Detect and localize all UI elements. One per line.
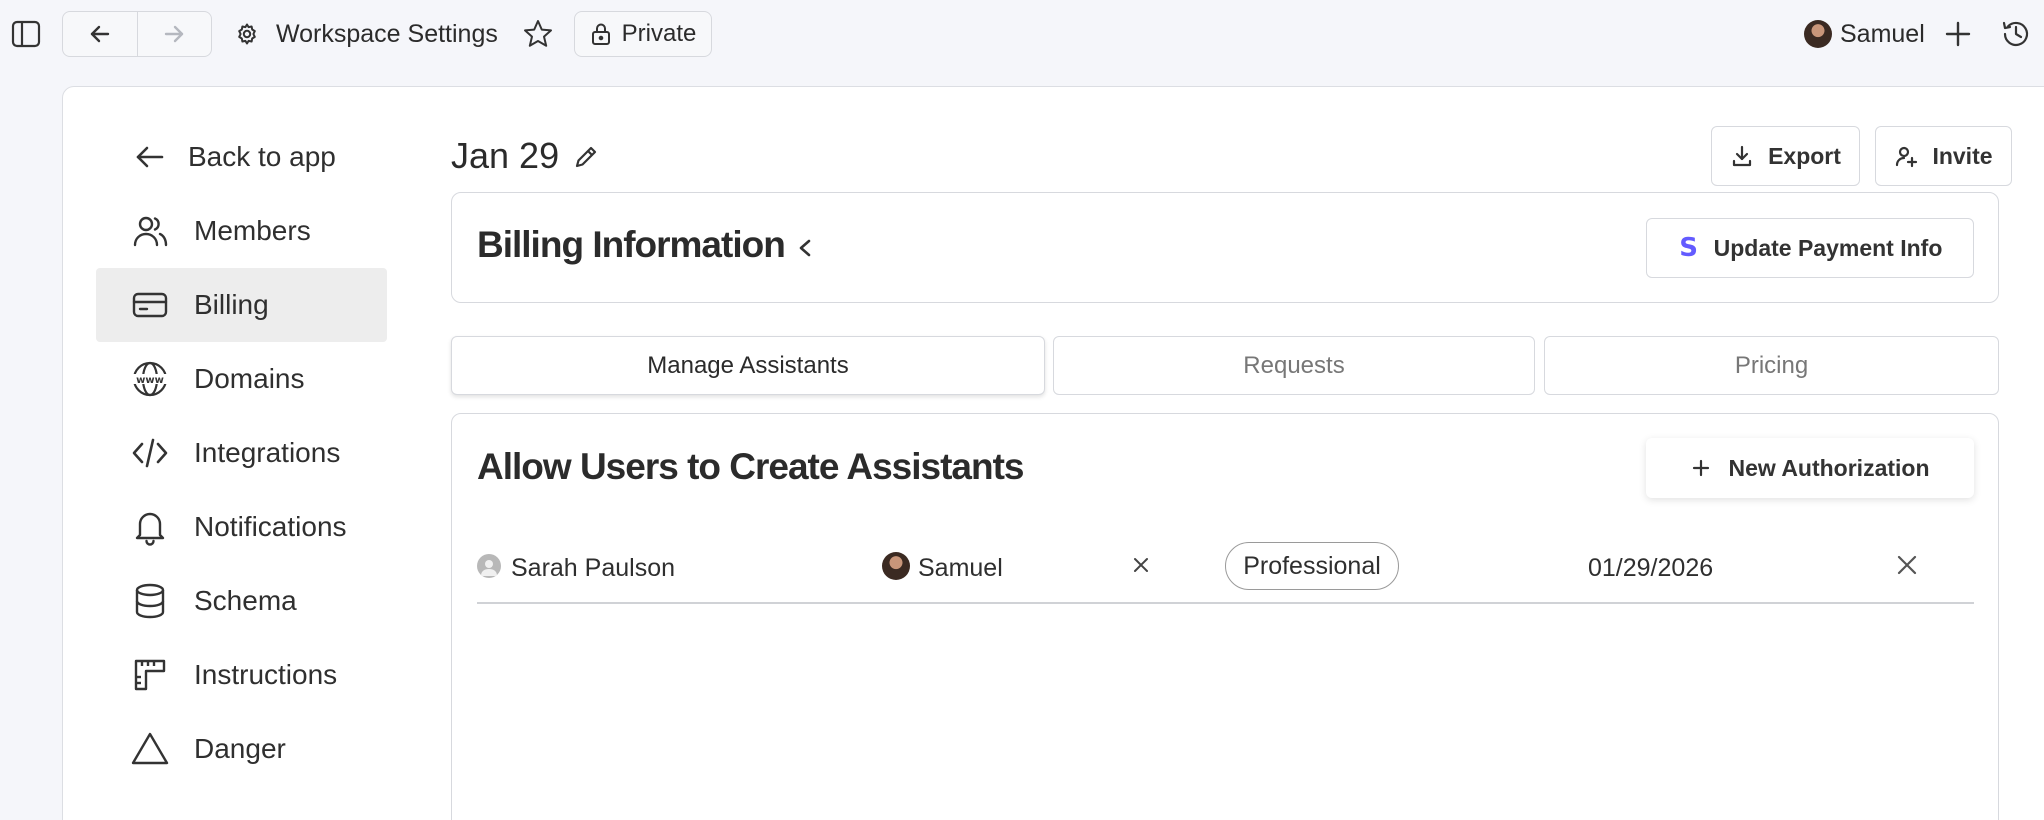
sidebar-item-domains[interactable]: www Domains [96,342,387,416]
svg-text:www: www [136,375,164,386]
arrow-left-icon [128,139,172,175]
tab-manage-assistants[interactable]: Manage Assistants [451,336,1045,395]
invite-button[interactable]: Invite [1875,126,2012,186]
page-title: Jan 29 [451,135,560,176]
sidebar-item-label: Instructions [194,659,338,690]
code-icon [128,434,172,472]
arrow-right-icon [165,25,184,43]
stripe-icon: S [1679,233,1698,263]
sidebar-item-label: Domains [194,363,305,394]
sidebar-item-label: Billing [194,289,269,320]
close-icon[interactable] [1893,551,1921,579]
tab-pricing[interactable]: Pricing [1544,336,1999,395]
history-nav [62,11,212,57]
pencil-icon[interactable] [572,143,600,171]
sidebar-item-label: Back to app [188,141,336,172]
sidebar-item-label: Notifications [194,511,347,542]
chevron-left-icon[interactable] [794,234,816,262]
sidebar-item-integrations[interactable]: Integrations [96,416,387,490]
sidebar-item-label: Danger [194,733,286,764]
sidebar-item-instructions[interactable]: Instructions [96,638,387,712]
authorized-by-name: Samuel [918,554,1003,582]
export-button[interactable]: Export [1711,126,1860,186]
invite-label: Invite [1932,142,1993,169]
row-divider [477,602,1974,604]
authorization-date: 01/29/2026 [1588,554,1714,582]
top-bar: Workspace Settings Private Samuel [0,0,2044,68]
billing-title: Billing Information [477,224,786,265]
bell-icon [128,508,172,546]
default-avatar-icon [477,554,501,578]
authorizer-avatar [882,552,910,580]
export-label: Export [1768,142,1841,169]
lock-icon [591,23,610,45]
tab-label: Pricing [1734,351,1809,379]
new-authorization-button[interactable]: New Authorization [1646,438,1974,498]
assistants-title: Allow Users to Create Assistants [477,446,1024,487]
user-avatar[interactable] [1804,20,1832,48]
gear-icon [235,22,259,46]
sidebar-item-label: Schema [194,585,297,616]
update-payment-button[interactable]: S Update Payment Info [1646,218,1974,278]
remove-authorizer-icon[interactable] [1130,554,1152,576]
update-payment-label: Update Payment Info [1713,234,1943,261]
back-button[interactable] [63,12,137,56]
download-icon [1732,145,1752,167]
users-icon [128,212,172,250]
sidebar-item-danger[interactable]: Danger [96,712,387,786]
user-name[interactable]: Samuel [1840,20,1925,49]
sidebar-item-label: Members [194,215,311,246]
sidebar-item-schema[interactable]: Schema [96,564,387,638]
database-icon [128,582,172,620]
private-toggle-button[interactable]: Private [574,11,712,57]
plus-icon [1693,459,1710,477]
plus-icon[interactable] [1942,18,1974,50]
tab-requests[interactable]: Requests [1053,336,1535,395]
workspace-title: Workspace Settings [276,20,498,48]
credit-card-icon [128,286,172,324]
sidebar-item-label: Integrations [194,437,341,468]
forward-button[interactable] [136,12,212,56]
ruler-icon [128,656,172,694]
tab-label: Manage Assistants [647,351,849,379]
plan-label: Professional [1243,551,1381,580]
sidebar-item-back-to-app[interactable]: Back to app [96,120,387,194]
arrow-left-icon [90,25,109,43]
star-icon[interactable] [522,18,554,50]
user-plus-icon [1896,146,1918,168]
sidebar-item-members[interactable]: Members [96,194,387,268]
plan-badge[interactable]: Professional [1225,542,1399,590]
history-icon[interactable] [2000,18,2032,50]
sidebar-item-billing[interactable]: Billing [96,268,387,342]
assistant-user-name: Sarah Paulson [511,554,676,582]
sidebar-item-notifications[interactable]: Notifications [96,490,387,564]
new-authorization-label: New Authorization [1728,454,1930,481]
www-globe-icon: www [128,360,172,398]
triangle-icon [128,730,172,768]
tab-label: Requests [1243,351,1345,379]
private-label: Private [621,20,697,47]
sidebar-toggle-icon[interactable] [10,18,42,50]
